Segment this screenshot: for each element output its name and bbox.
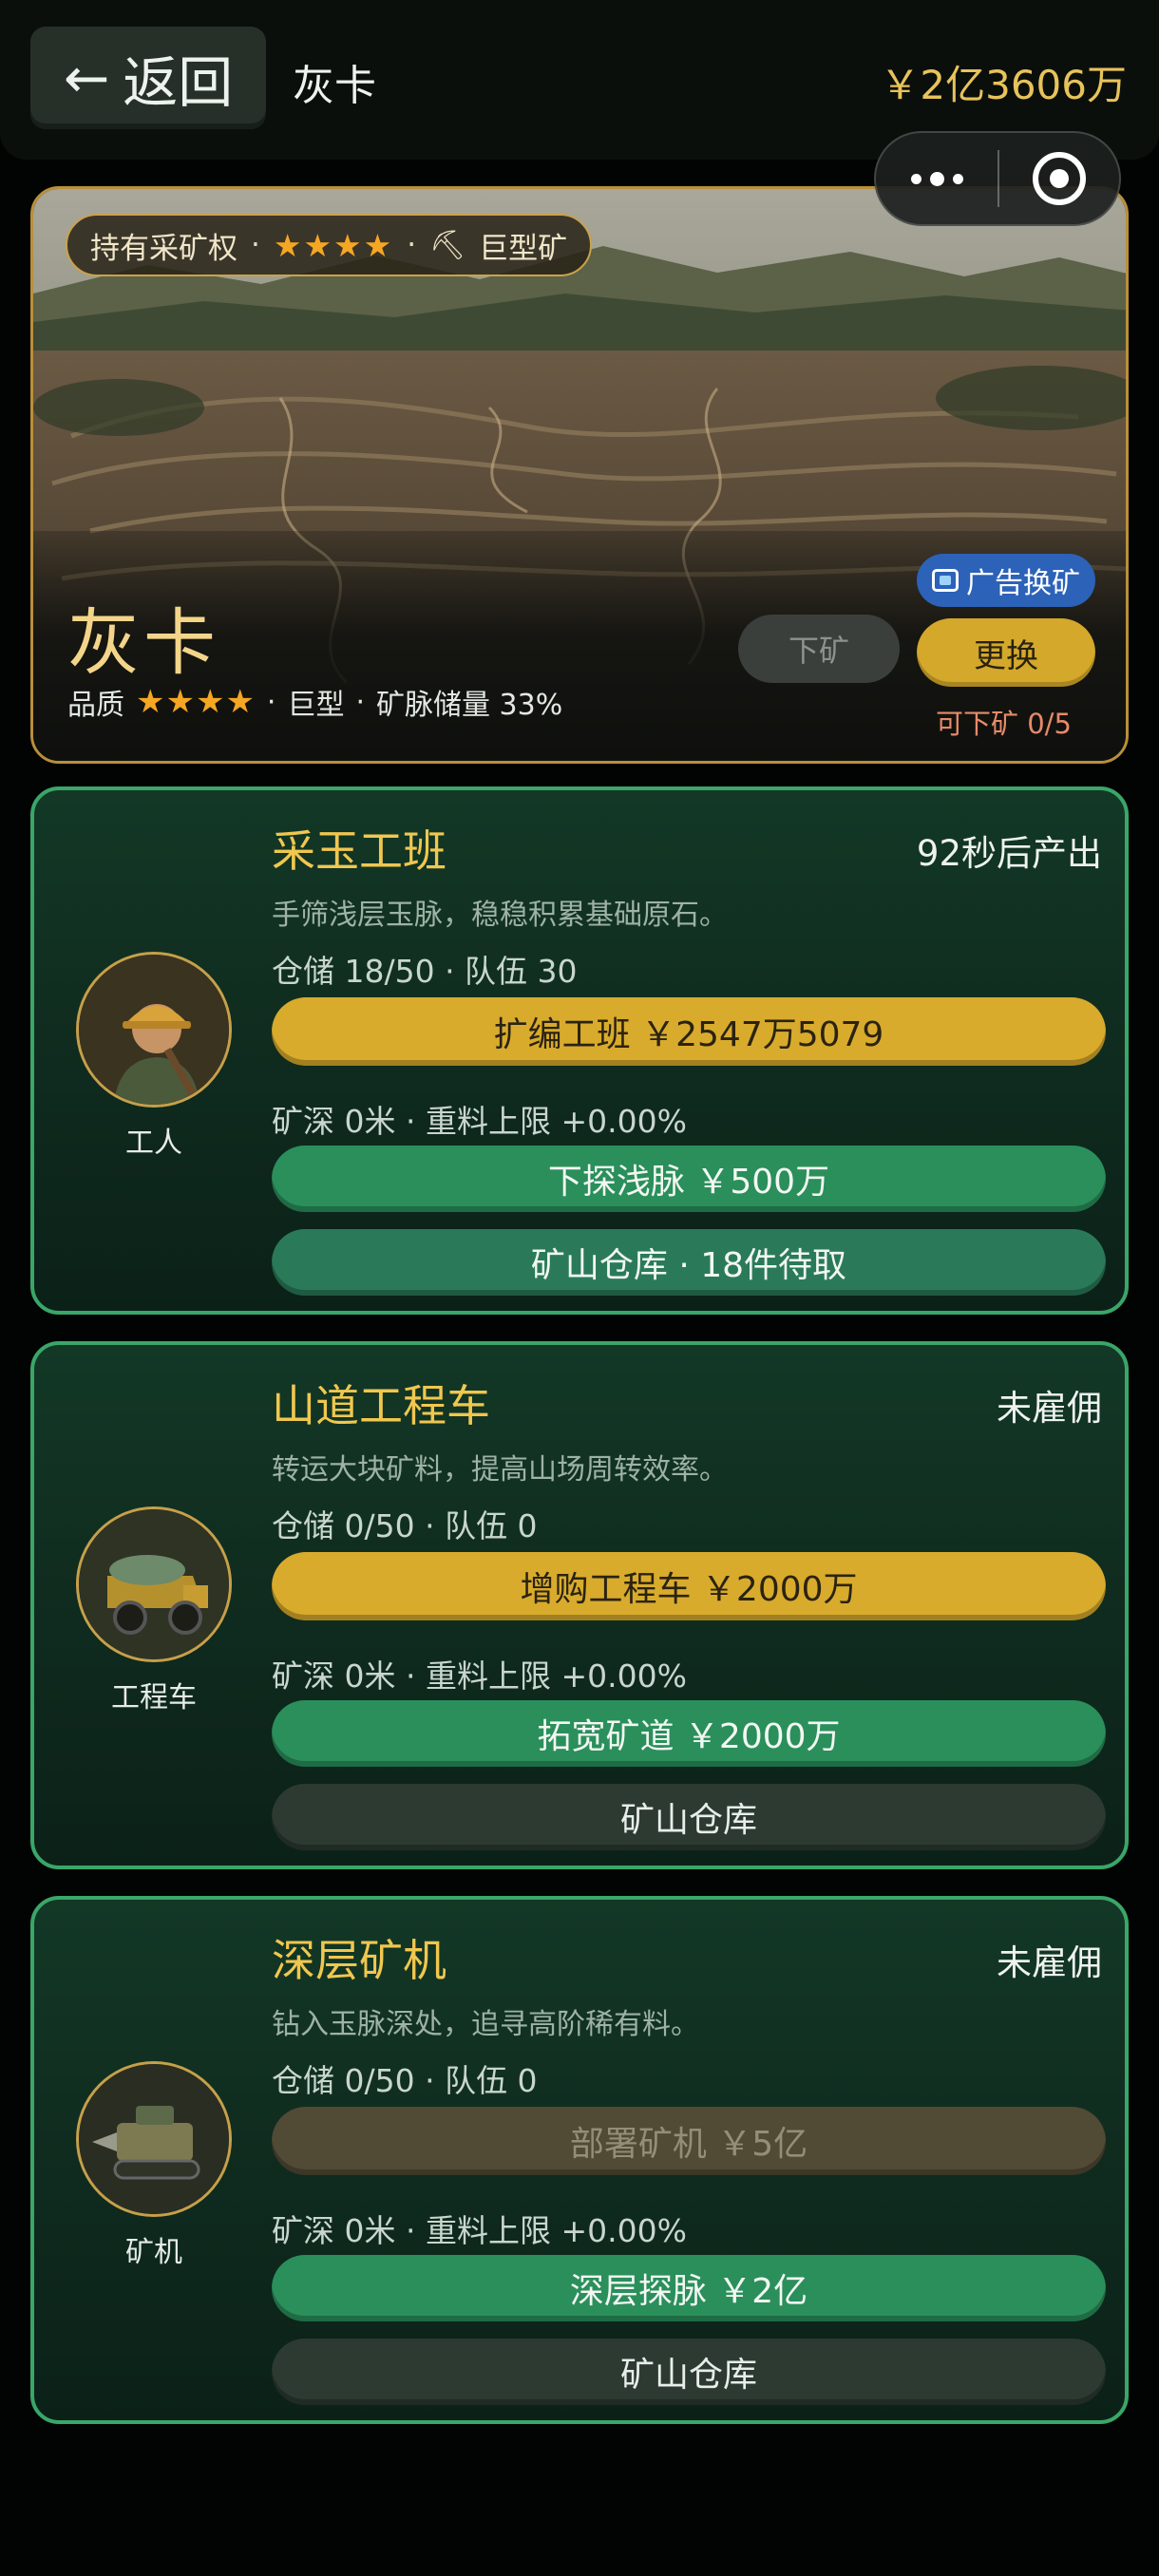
engineering-truck-card: 工程车 山道工程车 未雇佣 转运大块矿料，提高山场周转效率。 仓储 0/50 ·… [30, 1341, 1129, 1869]
hire-status: 未雇佣 [997, 1388, 1102, 1429]
truck-avatar [76, 1506, 232, 1662]
back-arrow-icon: ← [63, 46, 110, 110]
miniprogram-capsule [874, 131, 1121, 226]
hire-status: 未雇佣 [997, 1942, 1102, 1983]
ad-swap-label: 广告换矿 [966, 567, 1080, 600]
mining-rights-tag: 持有采矿权 · ★★★★ · ⛏ 巨型矿 [66, 214, 593, 276]
close-miniprogram-icon[interactable] [999, 152, 1119, 205]
balance-display: ￥2亿3606万 [880, 62, 1127, 108]
drill-avatar [76, 2061, 232, 2217]
drill-avatar-group: 矿机 [76, 2061, 232, 2270]
worker-crew-card: 工人 采玉工班 92秒后产出 手筛浅层玉脉，稳稳积累基础原石。 仓储 18/50… [30, 786, 1129, 1315]
storage-team-info: 仓储 0/50 · 队伍 0 [272, 1507, 538, 1544]
mine-storage-button[interactable]: 矿山仓库 · 18件待取 [272, 1229, 1106, 1296]
worker-avatar-label: 工人 [125, 1127, 182, 1160]
mine-size: 巨型 [287, 689, 345, 722]
card-description: 手筛浅层玉脉，稳稳积累基础原石。 [272, 899, 728, 932]
mine-meta: 品质 ★★★★ · 巨型 · 矿脉储量 33% [67, 683, 563, 722]
descend-count: 可下矿 0/5 [936, 708, 1072, 740]
widen-tunnel-button[interactable]: 拓宽矿道 ￥2000万 [272, 1700, 1106, 1767]
production-timer: 92秒后产出 [916, 833, 1102, 874]
descend-mine-button[interactable]: 下矿 [738, 615, 900, 683]
truck-avatar-group: 工程车 [76, 1506, 232, 1715]
storage-team-info: 仓储 18/50 · 队伍 30 [272, 953, 578, 990]
truck-avatar-label: 工程车 [111, 1681, 197, 1714]
deep-explore-button[interactable]: 深层探脉 ￥2亿 [272, 2255, 1106, 2321]
ad-swap-mine-button[interactable]: 广告换矿 [917, 554, 1095, 607]
card-title: 采玉工班 [272, 825, 446, 877]
tag-star-icons: ★★★★ [273, 226, 394, 264]
depth-info: 矿深 0米 · 重料上限 +0.00% [272, 2212, 687, 2249]
worker-avatar [76, 952, 232, 1108]
card-description: 转运大块矿料，提高山场周转效率。 [272, 1453, 728, 1487]
page-title: 灰卡 [293, 62, 376, 110]
buy-truck-button[interactable]: 增购工程车 ￥2000万 [272, 1552, 1106, 1620]
card-title: 深层矿机 [272, 1935, 446, 1986]
back-button[interactable]: ← 返回 [30, 27, 266, 129]
pickaxe-icon: ⛏ [429, 228, 466, 262]
card-title: 山道工程车 [272, 1380, 490, 1431]
worker-avatar-group: 工人 [76, 952, 232, 1161]
drill-avatar-label: 矿机 [125, 2236, 182, 2269]
depth-info: 矿深 0米 · 重料上限 +0.00% [272, 1103, 687, 1140]
tv-icon [932, 569, 959, 592]
card-description: 钻入玉脉深处，追寻高阶稀有料。 [272, 2008, 699, 2041]
expand-crew-button[interactable]: 扩编工班 ￥2547万5079 [272, 997, 1106, 1066]
mining-rights-label: 持有采矿权 [90, 231, 238, 266]
deep-drill-card: 矿机 深层矿机 未雇佣 钻入玉脉深处，追寻高阶稀有料。 仓储 0/50 · 队伍… [30, 1896, 1129, 2424]
mine-hero-card: 持有采矿权 · ★★★★ · ⛏ 巨型矿 灰卡 品质 ★★★★ · 巨型 · 矿… [30, 186, 1129, 764]
quality-label: 品质 [67, 689, 124, 722]
mine-storage-button[interactable]: 矿山仓库 [272, 1784, 1106, 1850]
quality-star-icons: ★★★★ [136, 683, 256, 721]
mine-size-tag: 巨型矿 [479, 231, 568, 266]
deploy-drill-button[interactable]: 部署矿机 ￥5亿 [272, 2107, 1106, 2175]
mine-storage-button[interactable]: 矿山仓库 [272, 2339, 1106, 2405]
vein-reserve: 矿脉储量 33% [376, 689, 563, 722]
more-menu-icon[interactable] [876, 171, 998, 186]
mine-name: 灰卡 [67, 600, 219, 685]
back-button-label: 返回 [123, 50, 234, 115]
storage-team-info: 仓储 0/50 · 队伍 0 [272, 2062, 538, 2099]
explore-shallow-vein-button[interactable]: 下探浅脉 ￥500万 [272, 1146, 1106, 1212]
swap-mine-button[interactable]: 更换 [917, 618, 1095, 687]
depth-info: 矿深 0米 · 重料上限 +0.00% [272, 1657, 687, 1695]
